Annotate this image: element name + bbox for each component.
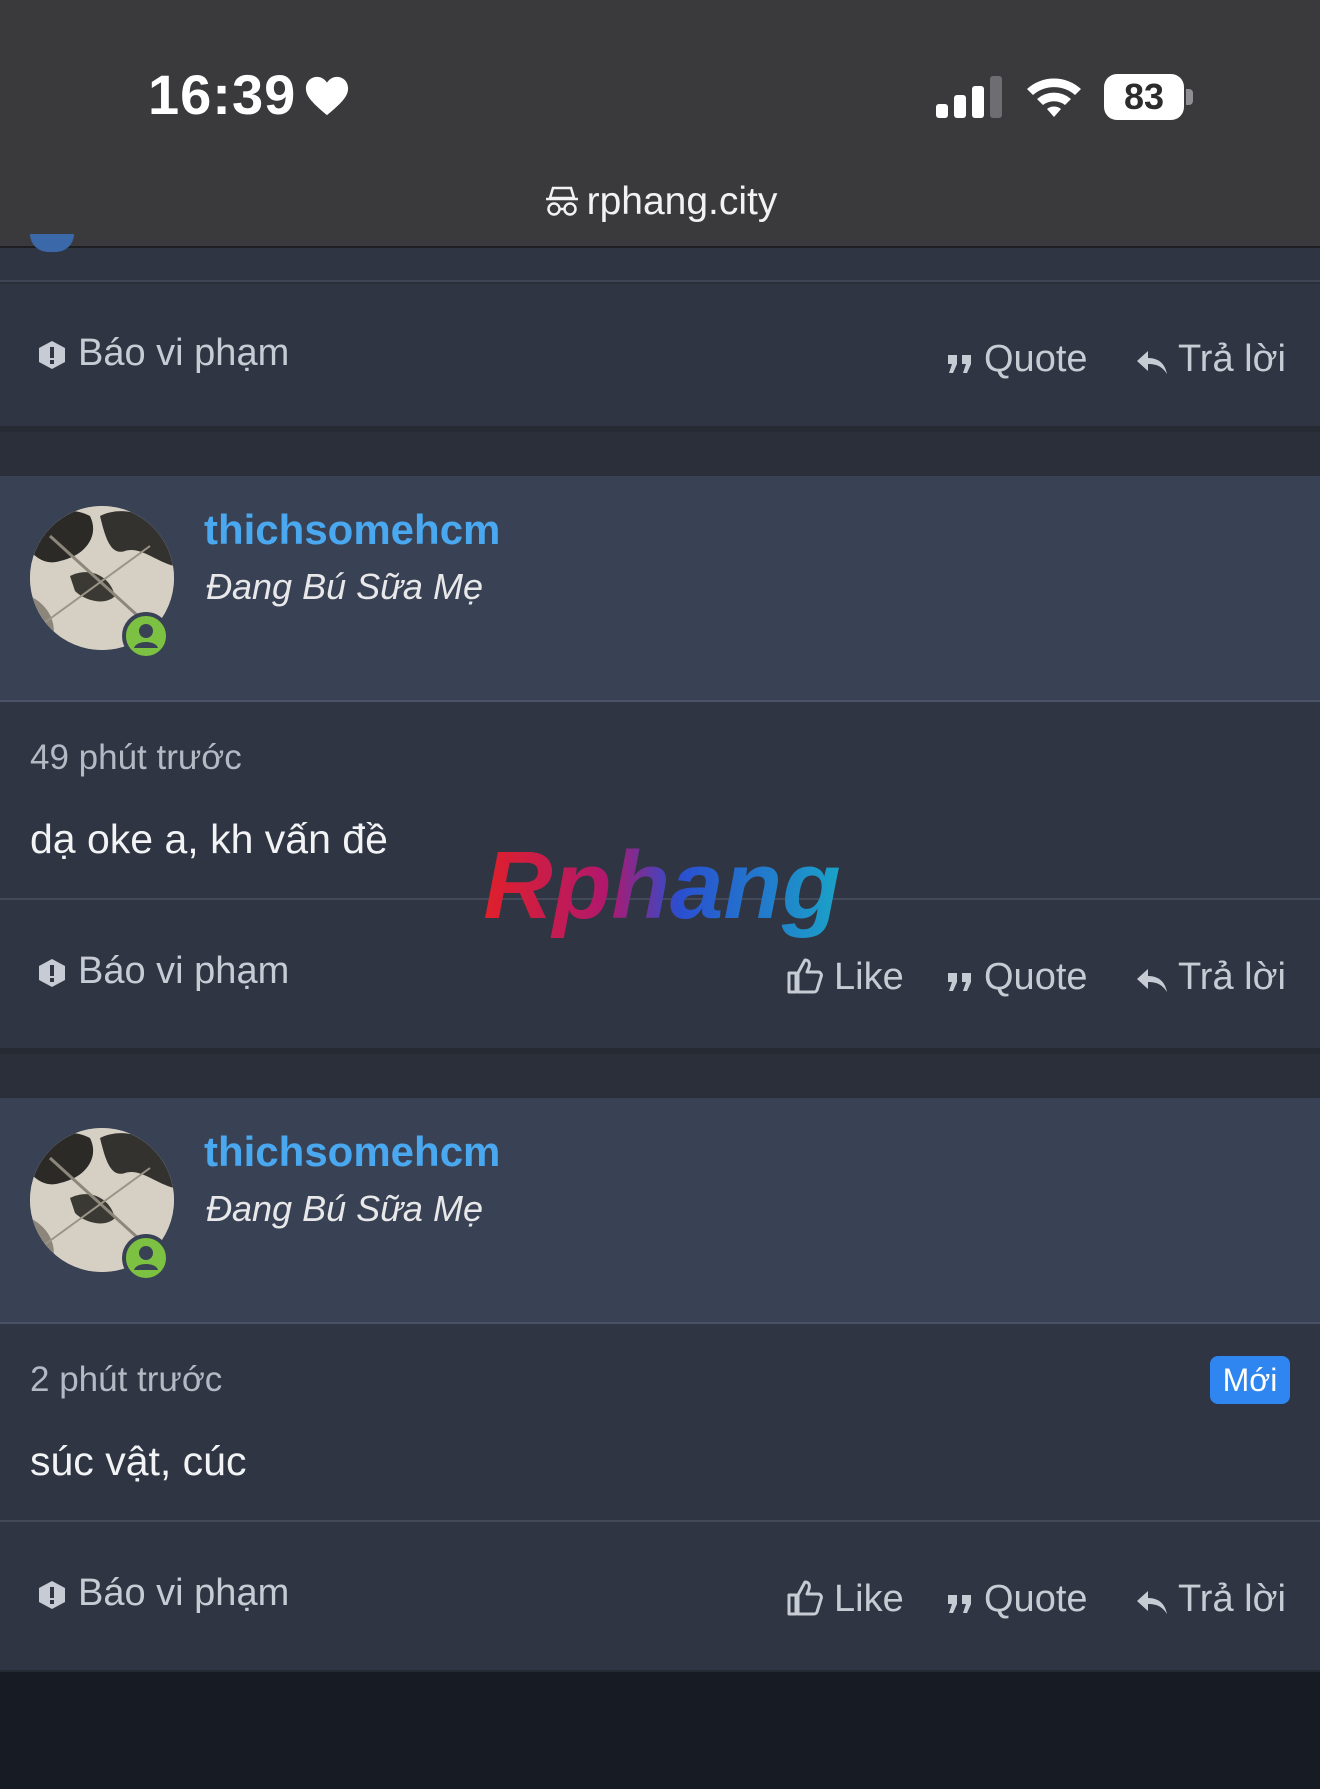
cellular-signal-icon <box>936 76 1002 118</box>
avatar-fragment <box>30 234 74 252</box>
quote-icon <box>948 355 971 373</box>
username-link[interactable]: thichsomehcm <box>204 1128 500 1176</box>
user-title: Đang Bú Sữa Mẹ <box>206 566 483 607</box>
post-timestamp[interactable]: 49 phút trước <box>30 738 242 778</box>
post-2-actions: Báo vi phạm Like Quote Trả lời <box>0 1522 1320 1670</box>
status-time: 16:39 <box>148 63 297 126</box>
reply-icon <box>1137 1591 1167 1614</box>
report-button[interactable]: Báo vi phạm <box>36 950 289 993</box>
post-timestamp[interactable]: 2 phút trước <box>30 1360 222 1400</box>
username-link[interactable]: thichsomehcm <box>204 506 500 554</box>
quote-button[interactable]: Quote <box>946 956 1088 999</box>
post-2-content: 2 phút trước Mới súc vật, cúc <box>0 1324 1320 1522</box>
quote-icon <box>948 1595 971 1613</box>
like-button[interactable]: Like <box>786 956 904 999</box>
battery-indicator: 83 <box>1104 74 1194 120</box>
post-2-user-block: thichsomehcm Đang Bú Sữa Mẹ <box>0 1098 1320 1324</box>
address-bar[interactable]: rphang.city <box>0 180 1320 224</box>
rphang-watermark-logo: Rphang <box>483 838 840 939</box>
alert-icon <box>39 1581 65 1609</box>
incognito-icon <box>545 186 578 216</box>
new-badge: Mới <box>1210 1356 1290 1404</box>
url-text: rphang.city <box>586 180 778 223</box>
post-message: dạ oke a, kh vấn đề <box>30 816 388 862</box>
user-title: Đang Bú Sữa Mẹ <box>206 1188 483 1229</box>
heart-icon <box>305 76 349 116</box>
alert-icon <box>39 341 65 369</box>
browser-top-bar: 16:39 83 rphang.city <box>0 0 1320 248</box>
like-button[interactable]: Like <box>786 1578 904 1621</box>
online-status-icon <box>122 612 170 660</box>
previous-post-content <box>0 234 1320 282</box>
wifi-icon <box>1027 78 1081 117</box>
thumbs-up-icon <box>787 1580 823 1616</box>
quote-button[interactable]: Quote <box>946 1578 1088 1621</box>
report-button[interactable]: Báo vi phạm <box>36 332 289 375</box>
alert-icon <box>39 959 65 987</box>
bottom-toolbar-area <box>0 1672 1320 1789</box>
post-1-user-block: thichsomehcm Đang Bú Sữa Mẹ <box>0 476 1320 702</box>
reply-button[interactable]: Trả lời <box>1136 1578 1286 1621</box>
reply-icon <box>1137 969 1167 992</box>
previous-post-actions: Báo vi phạm Quote Trả lời <box>0 284 1320 426</box>
svg-text:Rphang: Rphang <box>483 838 840 939</box>
thumbs-up-icon <box>787 958 823 994</box>
report-button[interactable]: Báo vi phạm <box>36 1572 289 1615</box>
post-message: súc vật, cúc <box>30 1438 247 1484</box>
reply-icon <box>1137 351 1167 374</box>
quote-icon <box>948 973 971 991</box>
online-status-icon <box>122 1234 170 1282</box>
reply-button[interactable]: Trả lời <box>1136 956 1286 999</box>
reply-button[interactable]: Trả lời <box>1136 338 1286 381</box>
quote-button[interactable]: Quote <box>946 338 1088 381</box>
battery-level: 83 <box>1104 74 1184 120</box>
